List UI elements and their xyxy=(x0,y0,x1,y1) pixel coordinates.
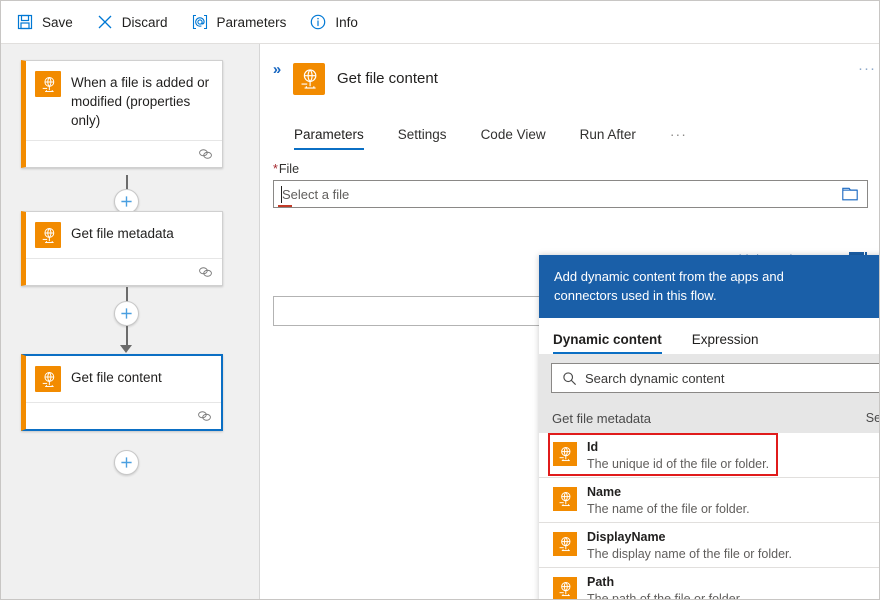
list-item-name: Name xyxy=(587,485,622,499)
flow-node-footer xyxy=(26,140,222,167)
list-item-description: The unique id of the file or folder. xyxy=(587,457,770,471)
tab-parameters[interactable]: Parameters xyxy=(294,127,364,150)
dynamic-content-list: Id The unique id of the file or folder. xyxy=(539,433,879,600)
list-item[interactable]: Path The path of the file or folder. xyxy=(539,568,879,600)
tab-run-after[interactable]: Run After xyxy=(580,127,636,150)
sharepoint-connector-icon xyxy=(35,366,61,392)
search-icon xyxy=(562,371,585,386)
list-item[interactable]: DisplayName The display name of the file… xyxy=(539,523,879,568)
folder-icon[interactable] xyxy=(841,186,859,207)
list-item-text: Name The name of the file or folder. xyxy=(587,485,750,517)
list-item-description: The path of the file or folder. xyxy=(587,592,743,600)
comment-link-icon[interactable] xyxy=(198,148,213,160)
list-item-name: Id xyxy=(587,440,599,454)
tab-settings[interactable]: Settings xyxy=(398,127,447,150)
search-input-placeholder: Search dynamic content xyxy=(585,370,725,386)
flow-node-footer xyxy=(26,402,221,429)
flow-node-footer xyxy=(26,258,222,285)
list-item-name: Path xyxy=(587,575,615,589)
at-bracket-icon xyxy=(190,12,210,32)
sharepoint-connector-icon xyxy=(553,442,577,466)
flow-node-title: Get file content xyxy=(71,370,162,385)
search-input[interactable]: Search dynamic content xyxy=(551,363,879,393)
pane-tabs: Parameters Settings Code View Run After … xyxy=(294,116,687,150)
sharepoint-connector-icon xyxy=(35,222,61,248)
tabs-overflow-button[interactable]: ··· xyxy=(670,126,687,150)
action-details-pane: » Get file content ··· Parameters Settin… xyxy=(261,44,879,600)
save-label: Save xyxy=(42,14,73,30)
comment-link-icon[interactable] xyxy=(197,410,212,422)
sharepoint-connector-icon xyxy=(35,71,61,97)
sharepoint-connector-icon xyxy=(553,577,577,599)
discard-label: Discard xyxy=(121,14,168,30)
page-title: Get file content xyxy=(337,70,438,87)
file-input[interactable]: Select a file xyxy=(273,180,868,208)
comment-link-icon[interactable] xyxy=(198,266,213,278)
file-label-text: File xyxy=(278,162,300,176)
list-item[interactable]: Id The unique id of the file or folder. xyxy=(539,433,879,478)
tab-expression[interactable]: Expression xyxy=(692,332,759,354)
sharepoint-connector-icon xyxy=(553,532,577,556)
group-name: Get file metadata xyxy=(552,410,651,426)
tab-code-view[interactable]: Code View xyxy=(481,127,546,150)
info-button[interactable]: Info xyxy=(308,7,358,37)
flow-node-trigger[interactable]: When a file is added or modified (proper… xyxy=(21,60,223,168)
flow-node-body: Get file metadata xyxy=(26,212,222,258)
text-cursor xyxy=(281,186,282,203)
add-step-button-3[interactable] xyxy=(114,450,139,475)
info-label: Info xyxy=(335,14,358,30)
info-circle-icon xyxy=(308,12,328,32)
close-x-icon xyxy=(95,12,115,32)
sharepoint-connector-icon xyxy=(293,63,325,95)
parameters-label: Parameters xyxy=(216,14,287,30)
pane-overflow-menu[interactable]: ··· xyxy=(858,60,876,77)
list-item-description: The name of the file or folder. xyxy=(587,502,750,516)
required-asterisk: * xyxy=(273,162,278,176)
list-item-text: DisplayName The display name of the file… xyxy=(587,530,792,562)
dynamic-content-banner-text: Add dynamic content from the apps and co… xyxy=(554,269,784,303)
add-step-button-2[interactable] xyxy=(114,301,139,326)
list-item-text: Id The unique id of the file or folder. xyxy=(587,440,769,472)
flow-arrowhead-2 xyxy=(120,345,132,353)
flow-connector-2b xyxy=(126,326,128,347)
dynamic-content-banner: Add dynamic content from the apps and co… xyxy=(539,255,879,318)
toolbar: Save Discard Parameters Info xyxy=(1,1,879,44)
flow-node-title: When a file is added or modified (proper… xyxy=(71,75,210,128)
flow-node-title: Get file metadata xyxy=(71,226,174,241)
dynamic-content-group-header: Get file metadata See more xyxy=(539,403,879,433)
save-button[interactable]: Save xyxy=(15,7,73,37)
file-input-placeholder: Select a file xyxy=(282,186,350,202)
save-icon xyxy=(15,12,35,32)
list-item-text: Path The path of the file or folder. xyxy=(587,575,743,600)
list-item[interactable]: Name The name of the file or folder. xyxy=(539,478,879,523)
file-field-label: *File xyxy=(273,162,299,176)
logic-app-designer: Save Discard Parameters Info When a file… xyxy=(0,0,880,600)
dynamic-content-tabs: Dynamic content Expression xyxy=(539,318,879,354)
validation-underline xyxy=(278,205,292,207)
flow-node-get-file-metadata[interactable]: Get file metadata xyxy=(21,211,223,286)
flow-node-body: Get file content xyxy=(26,356,221,402)
flow-node-body: When a file is added or modified (proper… xyxy=(26,61,222,140)
flow-canvas: When a file is added or modified (proper… xyxy=(1,44,260,599)
collapse-pane-chevron-icon[interactable]: » xyxy=(267,59,287,79)
dynamic-content-search-wrap: Search dynamic content xyxy=(539,354,879,403)
list-item-description: The display name of the file or folder. xyxy=(587,547,792,561)
list-item-name: DisplayName xyxy=(587,530,666,544)
flow-node-get-file-content[interactable]: Get file content xyxy=(21,354,223,431)
parameters-button[interactable]: Parameters xyxy=(190,7,287,37)
sharepoint-connector-icon xyxy=(553,487,577,511)
discard-button[interactable]: Discard xyxy=(95,7,168,37)
dynamic-content-panel: Add dynamic content from the apps and co… xyxy=(539,255,879,600)
see-more-link[interactable]: See more xyxy=(866,411,879,425)
tab-dynamic-content[interactable]: Dynamic content xyxy=(553,332,662,354)
